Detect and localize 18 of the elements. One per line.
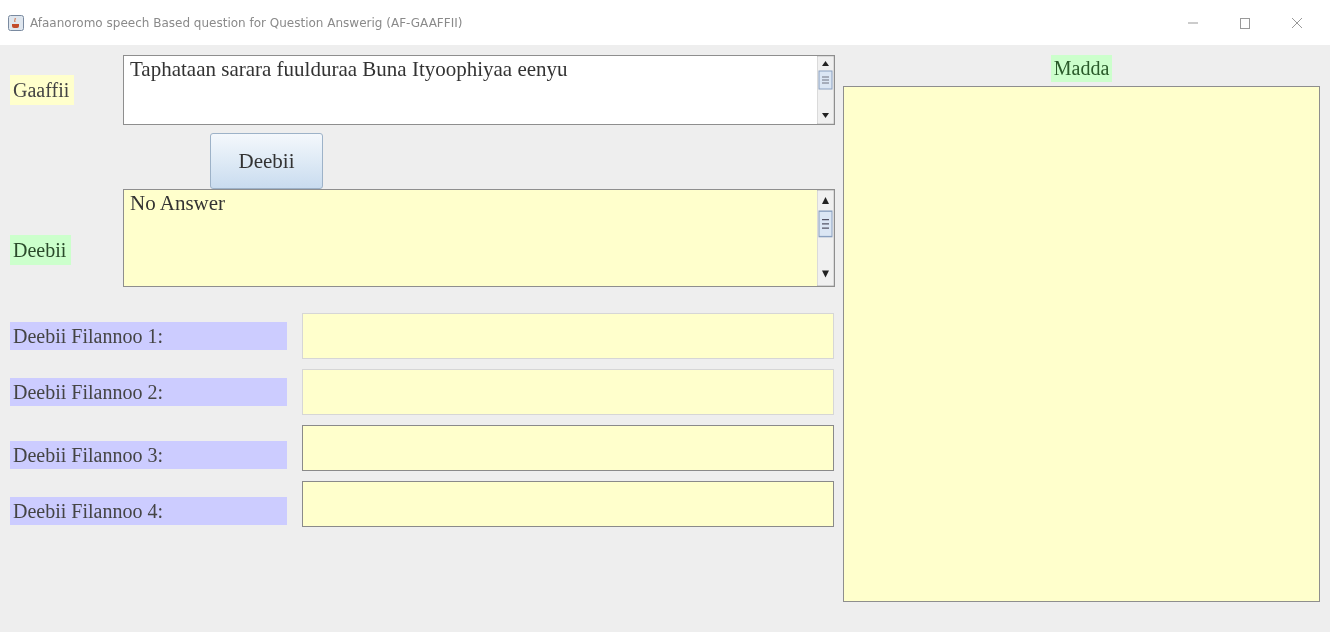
- java-cup-icon: [8, 14, 24, 31]
- question-text-area[interactable]: Taphataan sarara fuulduraa Buna Ityoophiyaa eenyu: [123, 55, 835, 125]
- choice-label: Deebii Filannoo 4:: [10, 497, 287, 525]
- choice-label: Deebii Filannoo 3:: [10, 441, 287, 469]
- answer-text: No Answer: [129, 190, 227, 217]
- answer-button[interactable]: Deebii: [210, 133, 323, 189]
- question-label: Gaaffii: [10, 75, 75, 105]
- question-text: Taphataan sarara fuulduraa Buna Ityoophiyaa eenyu: [129, 56, 569, 83]
- scrollbar[interactable]: [817, 56, 834, 124]
- source-label: Madda: [1050, 55, 1113, 82]
- answer-text-area[interactable]: No Answer: [123, 189, 835, 287]
- window-title: Afaanoromo speech Based question for Question Answerig (AF-GAAFFII): [30, 15, 464, 30]
- answer-label: Deebii: [10, 235, 72, 265]
- choice-field[interactable]: [302, 481, 834, 527]
- choice-label: Deebii Filannoo 2:: [10, 378, 287, 406]
- choice-field[interactable]: [302, 425, 834, 471]
- choice-label: Deebii Filannoo 1:: [10, 322, 287, 350]
- scrollbar[interactable]: [817, 190, 834, 286]
